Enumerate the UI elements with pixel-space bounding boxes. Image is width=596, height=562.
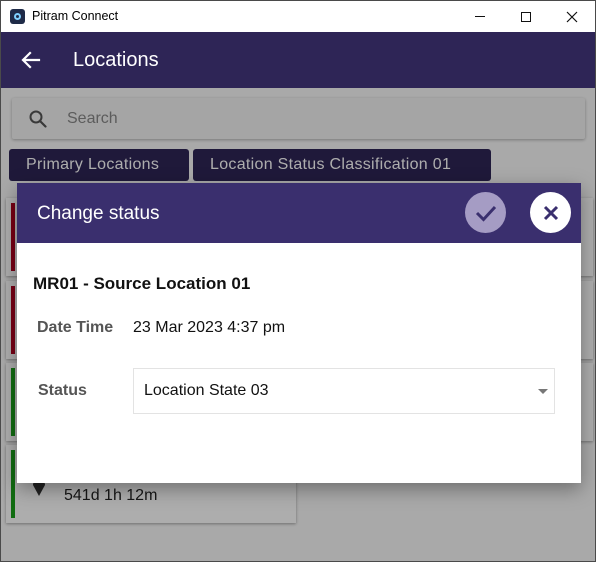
page-title: Locations (73, 49, 159, 71)
back-arrow-icon[interactable] (19, 48, 43, 72)
status-selected-value: Location State 03 (144, 382, 269, 399)
date-time-label: Date Time (37, 319, 114, 336)
location-name: MR01 - Source Location 01 (33, 274, 251, 293)
status-label: Status (38, 382, 87, 399)
confirm-button[interactable] (465, 192, 506, 233)
maximize-icon (521, 11, 531, 22)
window-close-button[interactable] (549, 1, 595, 32)
dialog-title: Change status (37, 203, 160, 224)
app-bar: Locations (1, 32, 595, 88)
dialog-header: Change status (17, 183, 581, 243)
date-time-value: 23 Mar 2023 4:37 pm (133, 319, 286, 336)
window-close-icon (566, 11, 578, 22)
status-select[interactable]: Location State 03 (133, 368, 555, 414)
app-logo-icon (10, 9, 25, 24)
close-icon (543, 205, 558, 220)
change-status-dialog: Change status MR01 - Source Location 01 … (17, 183, 581, 483)
app-window: Pitram Connect Locations Search Primary … (0, 0, 596, 562)
window-title: Pitram Connect (32, 9, 119, 23)
maximize-button[interactable] (503, 1, 549, 32)
title-bar: Pitram Connect (1, 1, 595, 32)
minimize-icon (475, 16, 485, 17)
minimize-button[interactable] (457, 1, 503, 32)
check-icon (475, 205, 496, 222)
close-button[interactable] (530, 192, 571, 233)
chevron-down-icon (538, 389, 548, 394)
